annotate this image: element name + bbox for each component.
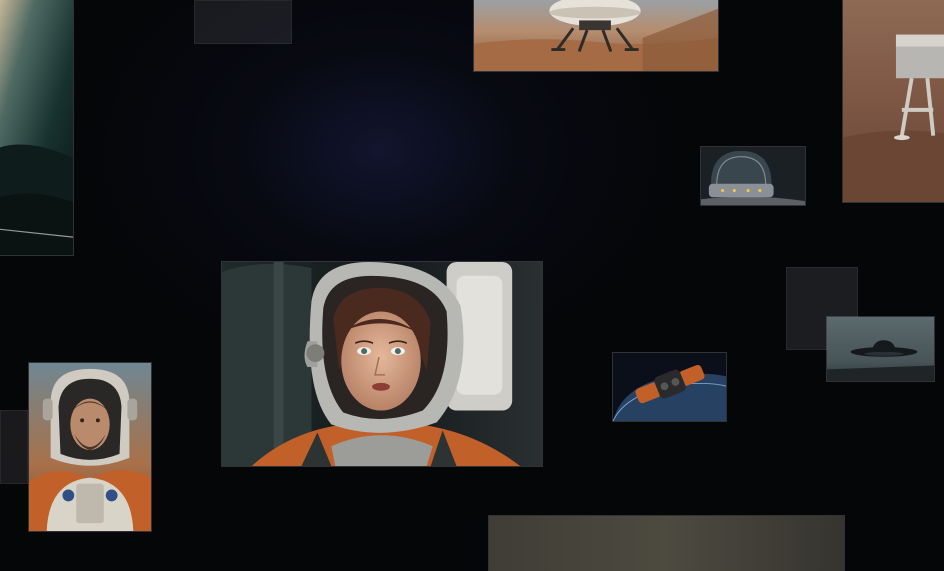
gallery-image-lander-leg[interactable] <box>842 0 944 203</box>
gallery-image-lunar-lander[interactable] <box>473 0 719 72</box>
man-astronaut-image <box>29 363 151 531</box>
faded-panel-top <box>194 0 292 44</box>
gallery-image-station-module[interactable] <box>612 352 727 422</box>
gallery-image-flying-saucer[interactable] <box>826 316 935 382</box>
woman-astronaut-image <box>222 262 542 466</box>
gallery-image-mountain-horizon[interactable] <box>0 0 74 256</box>
gallery-image-dusty-landscape[interactable] <box>488 515 845 571</box>
lander-leg-image <box>843 0 944 202</box>
station-module-image <box>613 353 726 421</box>
gallery-image-man-astronaut[interactable] <box>28 362 152 532</box>
dome-spacecraft-image <box>701 147 805 205</box>
lunar-lander-image <box>474 0 718 71</box>
gallery-image-dome-spacecraft[interactable] <box>700 146 806 206</box>
image-gallery <box>0 0 944 571</box>
gallery-image-woman-astronaut[interactable] <box>221 261 543 467</box>
dusty-landscape-image <box>489 516 844 571</box>
faded-panel-left <box>0 410 28 484</box>
flying-saucer-image <box>827 317 934 381</box>
mountain-horizon-image <box>0 0 73 255</box>
